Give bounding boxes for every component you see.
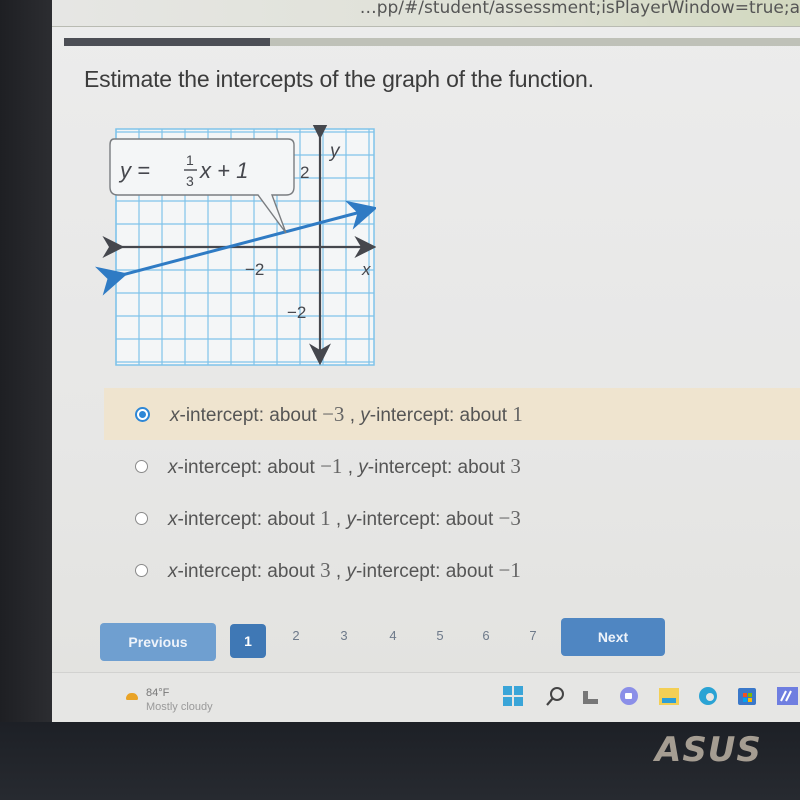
address-bar[interactable]: …pp/#/student/assessment;isPlayerWindow=… [52, 0, 800, 27]
page-1-button[interactable]: 1 [230, 624, 266, 658]
equation-lhs: y = [118, 158, 150, 183]
next-button[interactable]: Next [561, 618, 665, 656]
page-2-button[interactable]: 2 [286, 628, 306, 643]
asus-logo: ASUS [655, 730, 762, 770]
file-explorer-icon[interactable] [658, 685, 680, 707]
answer-text: x-intercept: about 3 , y-intercept: abou… [168, 557, 521, 582]
page-7-button[interactable]: 7 [523, 628, 543, 643]
search-icon[interactable] [544, 685, 566, 707]
y-tick-label-neg2: −2 [287, 303, 306, 322]
page-6-button[interactable]: 6 [476, 628, 496, 643]
url-text: …pp/#/student/assessment;isPlayerWindow=… [359, 0, 800, 18]
weather-cloud-sun-icon[interactable] [126, 693, 138, 700]
weather-temperature[interactable]: 84°F [146, 687, 169, 699]
radio-button[interactable] [135, 459, 148, 473]
equation-denominator: 3 [186, 173, 194, 189]
question-pager: Previous 1 2 3 4 5 6 7 Next [100, 618, 720, 662]
previous-button[interactable]: Previous [100, 623, 216, 661]
answer-text: x-intercept: about −3 , y-intercept: abo… [170, 401, 523, 426]
assessment-progress-bar [64, 38, 800, 46]
equation-rhs: x + 1 [199, 158, 248, 183]
widgets-icon[interactable] [580, 685, 602, 707]
equation-numerator: 1 [186, 152, 194, 168]
x-axis-label: x [361, 260, 371, 279]
function-graph: y x 2 −2 −2 y = 1 3 x + 1 [94, 125, 376, 366]
page-5-button[interactable]: 5 [430, 628, 450, 643]
taskbar: 84°F Mostly cloudy [52, 672, 800, 723]
answer-choices: x-intercept: about −3 , y-intercept: abo… [104, 388, 800, 596]
y-tick-label-2: 2 [300, 163, 309, 182]
answer-choice-3[interactable]: x-intercept: about 1 , y-intercept: abou… [104, 492, 800, 544]
page-3-button[interactable]: 3 [334, 628, 354, 643]
radio-button[interactable] [135, 563, 148, 577]
monitor-bezel-left [0, 0, 52, 800]
weather-description[interactable]: Mostly cloudy [146, 701, 213, 713]
radio-button[interactable] [135, 511, 148, 525]
screen: …pp/#/student/assessment;isPlayerWindow=… [52, 0, 800, 722]
x-tick-label-neg2: −2 [245, 260, 264, 279]
question-prompt: Estimate the intercepts of the graph of … [84, 66, 594, 92]
windows-start-icon[interactable] [502, 685, 524, 707]
store-icon[interactable] [736, 685, 758, 707]
answer-choice-4[interactable]: x-intercept: about 3 , y-intercept: abou… [104, 544, 800, 596]
answer-choice-1[interactable]: x-intercept: about −3 , y-intercept: abo… [104, 388, 800, 440]
edge-browser-icon[interactable] [697, 685, 719, 707]
answer-text: x-intercept: about −1 , y-intercept: abo… [168, 453, 521, 478]
progress-fill [64, 38, 271, 46]
page-4-button[interactable]: 4 [383, 628, 403, 643]
chat-icon[interactable] [618, 685, 640, 707]
answer-choice-2[interactable]: x-intercept: about −1 , y-intercept: abo… [104, 440, 800, 492]
y-axis-label: y [328, 141, 341, 162]
app-icon[interactable] [776, 685, 798, 707]
radio-button[interactable] [135, 406, 150, 422]
answer-text: x-intercept: about 1 , y-intercept: abou… [168, 505, 521, 530]
